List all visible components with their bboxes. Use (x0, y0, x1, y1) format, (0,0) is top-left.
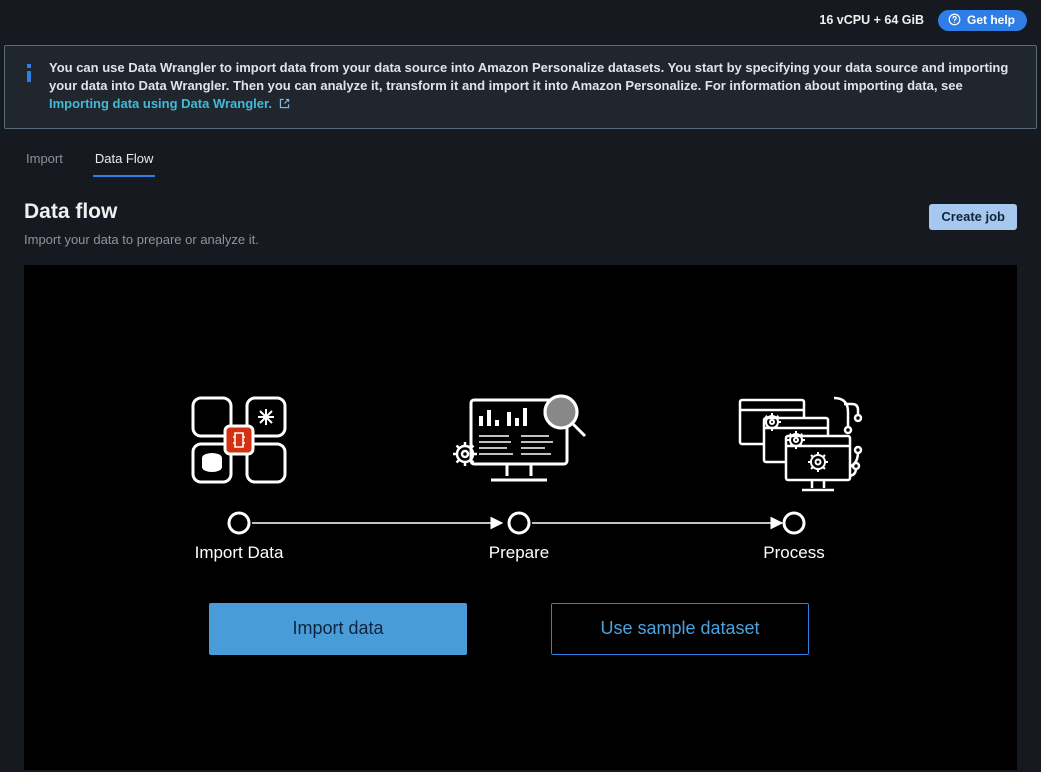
get-help-label: Get help (967, 13, 1015, 27)
info-link[interactable]: Importing data using Data Wrangler. (49, 96, 291, 111)
canvas-wrap: Import Data Prepare Process Import data … (0, 247, 1041, 770)
use-sample-dataset-button[interactable]: Use sample dataset (551, 603, 809, 655)
tab-import[interactable]: Import (24, 145, 65, 177)
info-text-body: You can use Data Wrangler to import data… (49, 60, 1008, 93)
page-title: Data flow (24, 200, 259, 224)
page-subtitle: Import your data to prepare or analyze i… (24, 232, 259, 247)
create-job-button[interactable]: Create job (929, 204, 1017, 230)
tab-data-flow[interactable]: Data Flow (93, 145, 156, 177)
step-label-process: Process (763, 543, 824, 563)
info-link-label: Importing data using Data Wrangler. (49, 96, 272, 111)
import-data-icon (193, 398, 285, 482)
prepare-icon (453, 396, 585, 480)
help-icon (948, 13, 961, 26)
tabs: Import Data Flow (0, 145, 1041, 178)
top-bar: 16 vCPU + 64 GiB Get help (0, 0, 1041, 40)
info-text: You can use Data Wrangler to import data… (49, 59, 1016, 114)
process-icon (740, 398, 861, 490)
heading-row: Data flow Import your data to prepare or… (0, 178, 1041, 247)
flow-diagram (24, 265, 1017, 770)
get-help-button[interactable]: Get help (938, 10, 1027, 31)
external-link-icon (276, 96, 291, 111)
step-label-import: Import Data (195, 543, 284, 563)
step-label-prepare: Prepare (489, 543, 549, 563)
instance-resources-label: 16 vCPU + 64 GiB (819, 13, 924, 27)
info-banner: You can use Data Wrangler to import data… (4, 45, 1037, 129)
import-data-button[interactable]: Import data (209, 603, 467, 655)
info-icon (25, 59, 33, 114)
flow-canvas: Import Data Prepare Process Import data … (24, 265, 1017, 770)
